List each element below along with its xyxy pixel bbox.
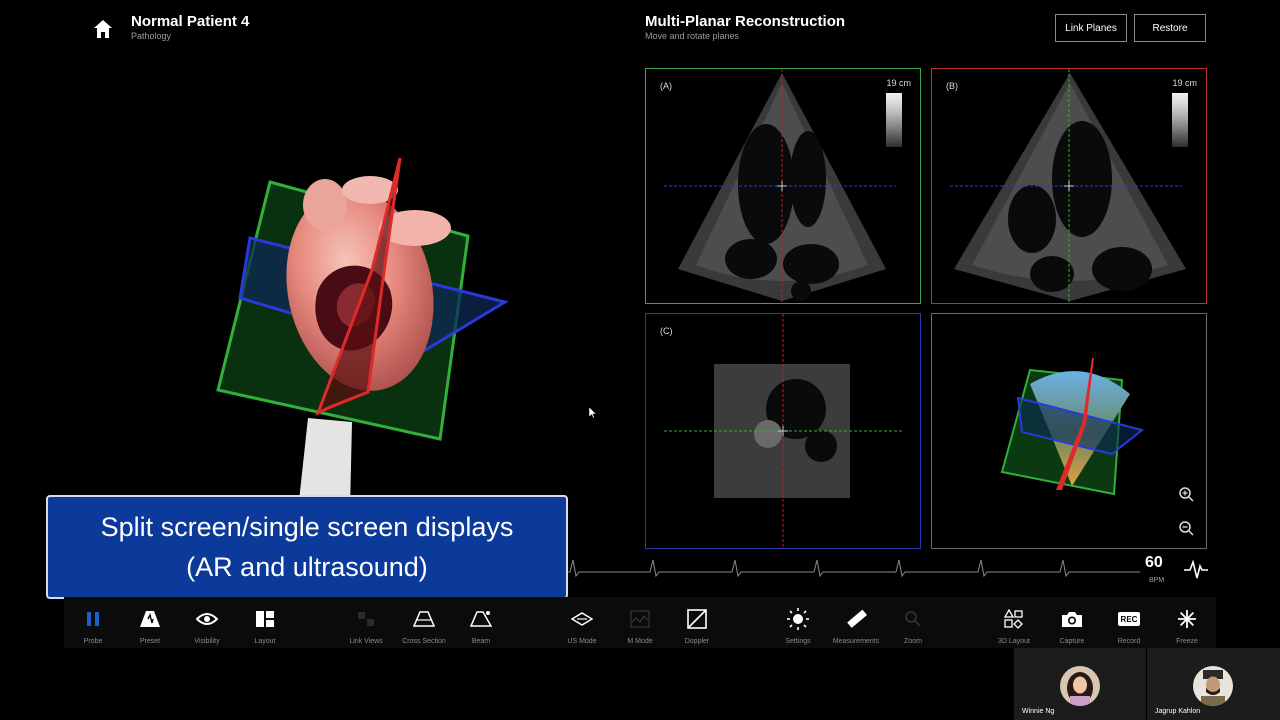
link-icon — [358, 612, 374, 626]
search-icon — [905, 611, 921, 627]
record-label: Record — [1117, 638, 1141, 645]
record-badge: REC — [1120, 614, 1138, 624]
visibility-button[interactable]: Visibility — [175, 608, 239, 645]
cross-section-button[interactable]: Cross Section — [392, 608, 456, 645]
mpr-panel-3d[interactable] — [931, 313, 1207, 549]
record-icon: REC — [1118, 612, 1140, 626]
measurements-label: Measurements — [832, 638, 880, 645]
volume-render-3d — [1000, 358, 1145, 496]
mpr-panel-a[interactable]: (A) 19 cm — [645, 68, 921, 304]
restore-button[interactable]: Restore — [1134, 14, 1206, 42]
pause-icon — [87, 612, 99, 626]
participant-name: Jagrup Kahlon — [1155, 708, 1201, 715]
layout-icon — [256, 611, 274, 627]
snowflake-icon — [1178, 610, 1196, 628]
link-views-label: Link Views — [349, 638, 383, 645]
heartbeat-icon — [1184, 559, 1208, 579]
ruler-icon — [847, 609, 867, 628]
participant-tile-1[interactable]: Winnie Ng — [1014, 648, 1146, 720]
doppler-label: Doppler — [684, 638, 710, 645]
visibility-label: Visibility — [194, 638, 220, 645]
layout-button[interactable]: Layout — [233, 608, 297, 645]
m-mode-button[interactable]: M Mode — [608, 608, 672, 645]
patient-title: Normal Patient 4 — [131, 13, 250, 30]
link-planes-button[interactable]: Link Planes — [1055, 14, 1127, 42]
zoom-out-icon[interactable] — [1178, 520, 1194, 536]
beam-icon — [470, 611, 492, 627]
zoom-button[interactable]: Zoom — [881, 608, 945, 645]
mpr-title: Multi-Planar Reconstruction — [645, 13, 846, 30]
3d-layout-label: 3D Layout — [998, 638, 1030, 645]
zoom-label: Zoom — [904, 638, 922, 645]
caption-banner: Split screen/single screen displays (AR … — [46, 495, 568, 599]
settings-label: Settings — [785, 638, 811, 645]
m-mode-label: M Mode — [627, 638, 653, 645]
camera-icon — [1062, 612, 1082, 627]
link-views-button[interactable]: Link Views — [334, 608, 398, 645]
probe-label: Probe — [83, 638, 103, 645]
ultrasound-image-c — [664, 314, 902, 548]
heart-rate-value: 60 — [1145, 554, 1163, 571]
probe-button[interactable]: Probe — [61, 608, 125, 645]
doppler-button[interactable]: Doppler — [665, 608, 729, 645]
caption-line-1: Split screen/single screen displays — [100, 512, 514, 542]
patient-subtitle: Pathology — [131, 31, 172, 41]
us-mode-button[interactable]: US Mode — [550, 608, 614, 645]
beam-button[interactable]: Beam — [449, 608, 513, 645]
m-mode-icon — [630, 610, 650, 628]
avatar — [1193, 666, 1233, 706]
ultrasound-image-a — [664, 69, 896, 303]
avatar — [1060, 666, 1100, 706]
brightness-icon — [787, 608, 809, 630]
cross-section-label: Cross Section — [402, 638, 446, 645]
zoom-in-icon[interactable] — [1178, 486, 1194, 502]
settings-button[interactable]: Settings — [766, 608, 830, 645]
us-mode-icon — [571, 612, 593, 626]
mpr-subtitle: Move and rotate planes — [645, 31, 740, 41]
freeze-label: Freeze — [1176, 638, 1198, 645]
freeze-button[interactable]: Freeze — [1155, 608, 1219, 645]
3d-layout-icon — [1003, 609, 1023, 629]
heart-rate-unit: BPM — [1149, 577, 1165, 584]
preset-icon — [140, 611, 160, 627]
participant-name: Winnie Ng — [1022, 708, 1055, 715]
beam-label: Beam — [471, 638, 491, 645]
record-button[interactable]: REC Record — [1097, 608, 1161, 645]
mpr-panel-b[interactable]: (B) 19 cm — [931, 68, 1207, 304]
cursor-icon — [589, 407, 597, 419]
cross-section-icon — [413, 611, 435, 627]
ar-heart-view[interactable] — [200, 150, 530, 550]
capture-label: Capture — [1059, 638, 1085, 645]
preset-button[interactable]: Preset — [118, 608, 182, 645]
caption-line-2: (AR and ultrasound) — [186, 552, 428, 582]
participant-tile-2[interactable]: Jagrup Kahlon — [1147, 648, 1280, 720]
measurements-button[interactable]: Measurements — [824, 608, 888, 645]
preset-label: Preset — [139, 638, 161, 645]
eye-icon — [196, 613, 218, 625]
ultrasound-image-b — [950, 69, 1186, 303]
home-icon[interactable] — [92, 18, 114, 40]
mpr-panel-c[interactable]: (C) — [645, 313, 921, 549]
capture-button[interactable]: Capture — [1040, 608, 1104, 645]
layout-label: Layout — [254, 638, 276, 645]
us-mode-label: US Mode — [567, 638, 597, 645]
3d-layout-button[interactable]: 3D Layout — [982, 608, 1046, 645]
doppler-icon — [687, 609, 707, 629]
